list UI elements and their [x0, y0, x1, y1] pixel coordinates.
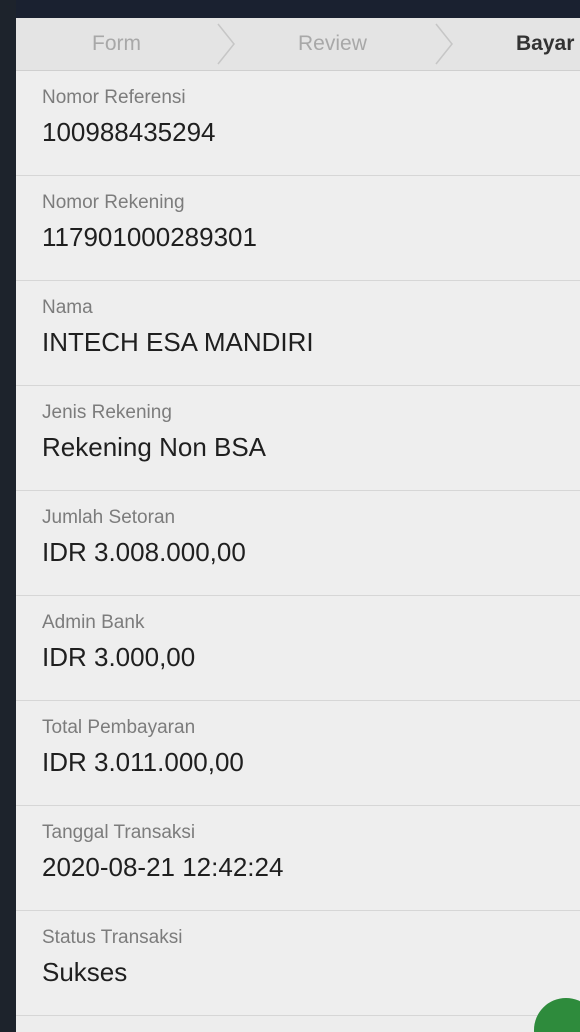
step-review: Review	[298, 32, 367, 55]
device-bezel-left	[0, 0, 16, 1032]
chevron-right-icon	[435, 23, 453, 65]
detail-value: Sukses	[42, 957, 128, 987]
detail-row-reference-number: Nomor Referensi 100988435294	[16, 71, 580, 176]
detail-row-total-payment: Total Pembayaran IDR 3.011.000,00	[16, 701, 580, 806]
detail-label: Admin Bank	[42, 612, 145, 633]
detail-row-transaction-status: Status Transaksi Sukses	[16, 911, 580, 1016]
detail-value: 2020-08-21 12:42:24	[42, 852, 284, 882]
detail-row-admin-fee: Admin Bank IDR 3.000,00	[16, 596, 580, 701]
detail-row-account-type: Jenis Rekening Rekening Non BSA	[16, 386, 580, 491]
step-bayar: Bayar	[516, 32, 575, 55]
detail-row-deposit-amount: Jumlah Setoran IDR 3.008.000,00	[16, 491, 580, 596]
detail-label: Tanggal Transaksi	[42, 822, 196, 843]
detail-row-name: Nama INTECH ESA MANDIRI	[16, 281, 580, 386]
step-form: Form	[92, 32, 141, 55]
detail-label: Nomor Rekening	[42, 192, 185, 213]
detail-value: Rekening Non BSA	[42, 432, 267, 462]
detail-value: IDR 3.011.000,00	[42, 747, 244, 777]
detail-label: Total Pembayaran	[42, 717, 196, 738]
step-indicator: Form Review Bayar	[16, 18, 580, 71]
detail-label: Jenis Rekening	[42, 402, 172, 423]
detail-value: IDR 3.008.000,00	[42, 537, 246, 567]
detail-row-transaction-date: Tanggal Transaksi 2020-08-21 12:42:24	[16, 806, 580, 911]
chevron-right-icon	[217, 23, 235, 65]
detail-label: Jumlah Setoran	[42, 507, 176, 528]
detail-label: Status Transaksi	[42, 927, 183, 948]
device-bezel-top	[0, 0, 580, 20]
detail-value: INTECH ESA MANDIRI	[42, 327, 314, 357]
detail-value: 117901000289301	[42, 222, 257, 252]
detail-value: IDR 3.000,00	[42, 642, 196, 672]
detail-value: 100988435294	[42, 117, 216, 147]
detail-label: Nomor Referensi	[42, 87, 186, 108]
payment-receipt-screen: Form Review Bayar Nomor Referensi 100988…	[16, 18, 580, 1032]
detail-label: Nama	[42, 297, 93, 318]
detail-row-account-number: Nomor Rekening 117901000289301	[16, 176, 580, 281]
